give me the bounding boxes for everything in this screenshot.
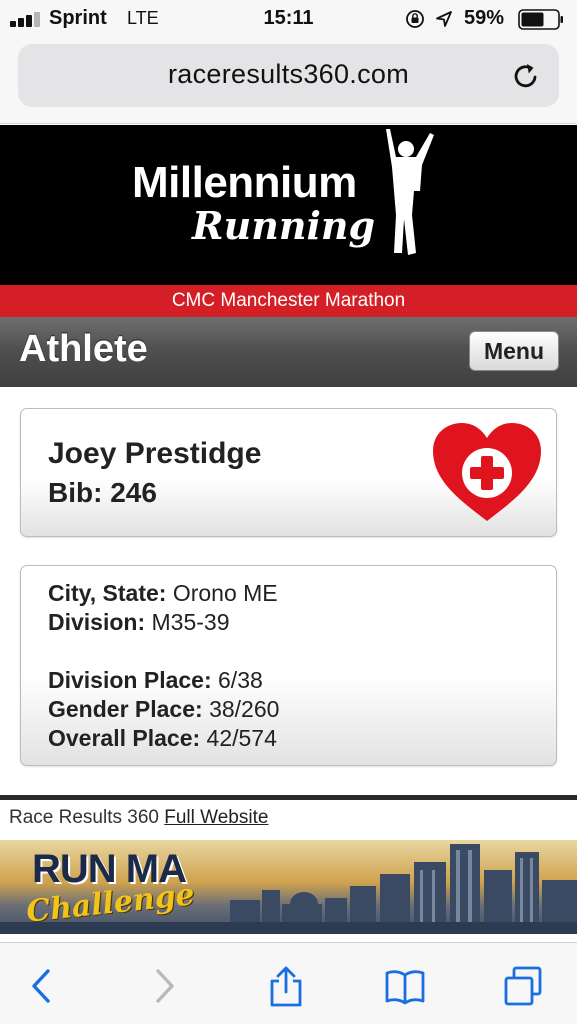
- division-value: M35-39: [151, 609, 230, 635]
- status-bar: Sprint LTE 15:11 59%: [0, 0, 577, 38]
- division-place-row: Division Place: 6/38: [48, 667, 263, 694]
- address-bar[interactable]: raceresults360.com: [18, 44, 559, 107]
- bib-label: Bib:: [48, 477, 103, 508]
- ad-banner[interactable]: RUN MA Challenge: [0, 840, 577, 934]
- bib-number: 246: [110, 477, 157, 508]
- gender-place-row: Gender Place: 38/260: [48, 696, 279, 723]
- url-text[interactable]: raceresults360.com: [18, 59, 559, 90]
- tabs-icon[interactable]: [503, 965, 543, 1007]
- division-row: Division: M35-39: [48, 609, 230, 636]
- city-label: City, State:: [48, 580, 167, 606]
- athlete-card: Joey Prestidge Bib: 246: [20, 408, 557, 537]
- battery-icon: [518, 9, 563, 30]
- browser-address-area: raceresults360.com: [0, 38, 577, 124]
- gender-place-value: 38/260: [209, 696, 280, 722]
- share-icon[interactable]: [266, 965, 306, 1007]
- brand-title: Millennium: [132, 158, 357, 207]
- page-header: Athlete Menu: [0, 317, 577, 387]
- event-name: CMC Manchester Marathon: [171, 290, 406, 311]
- division-place-value: 6/38: [218, 667, 263, 693]
- reload-icon[interactable]: [510, 60, 542, 92]
- overall-place-row: Overall Place: 42/574: [48, 725, 277, 752]
- page-title: Athlete: [19, 328, 148, 370]
- footer-divider: [0, 795, 577, 800]
- footer-site-name: Race Results 360: [9, 807, 159, 828]
- brand-subtitle: Running: [192, 203, 376, 248]
- gender-place-label: Gender Place:: [48, 696, 203, 722]
- battery-percent: 59%: [464, 7, 505, 29]
- division-label: Division:: [48, 609, 146, 635]
- runner-icon: [386, 129, 434, 255]
- event-strip: CMC Manchester Marathon: [0, 285, 577, 317]
- overall-place-value: 42/574: [206, 725, 277, 751]
- bookmarks-icon[interactable]: [385, 965, 425, 1007]
- location-icon: [436, 11, 452, 27]
- bib-line: Bib: 246: [48, 477, 157, 509]
- menu-button[interactable]: Menu: [469, 331, 559, 371]
- athlete-details-card: City, State: Orono ME Division: M35-39 D…: [20, 565, 557, 766]
- overall-place-label: Overall Place:: [48, 725, 201, 751]
- footer: Race Results 360 Full Website: [9, 807, 268, 829]
- athlete-name: Joey Prestidge: [48, 437, 262, 470]
- back-icon[interactable]: [22, 965, 62, 1007]
- browser-toolbar: [0, 942, 577, 1024]
- city-row: City, State: Orono ME: [48, 580, 278, 607]
- site-banner[interactable]: Millennium Running: [0, 125, 577, 285]
- orientation-lock-icon: [406, 10, 424, 28]
- full-website-link[interactable]: Full Website: [164, 807, 268, 828]
- forward-icon[interactable]: [144, 965, 184, 1007]
- city-value: Orono ME: [172, 580, 278, 606]
- heart-plus-icon[interactable]: [431, 421, 543, 525]
- division-place-label: Division Place:: [48, 667, 212, 693]
